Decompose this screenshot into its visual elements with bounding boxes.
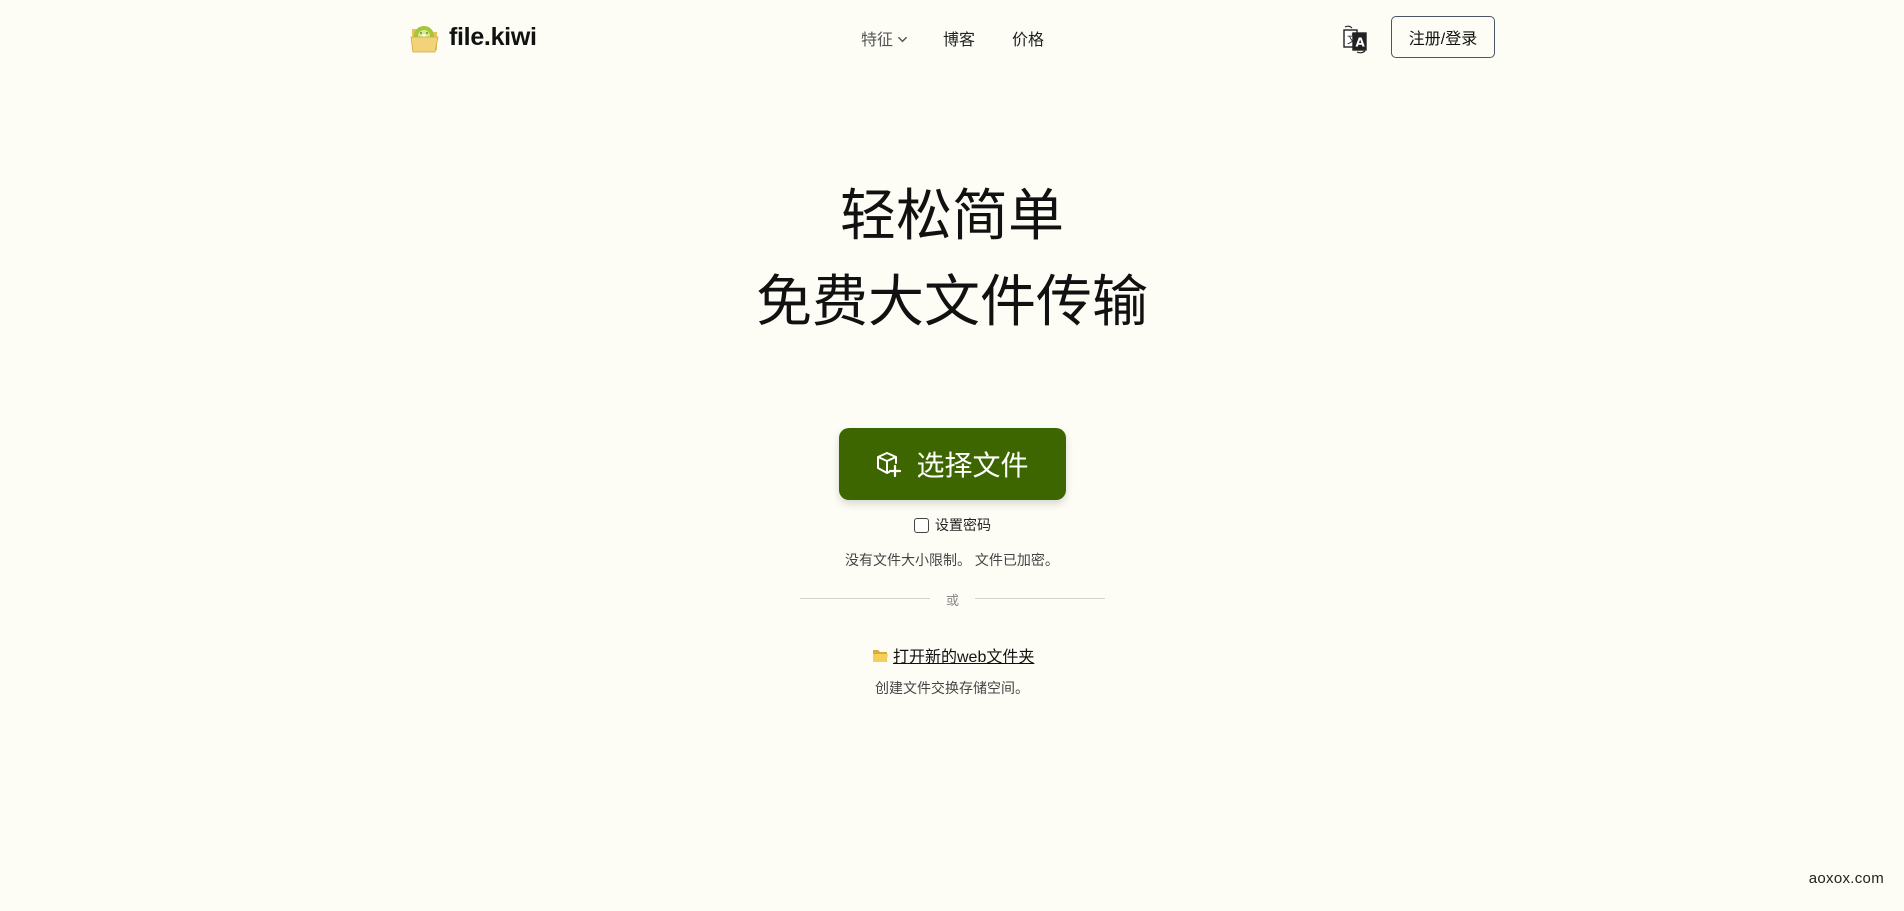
- open-web-folder-row: 打开新的web文件夹: [872, 643, 1034, 667]
- web-folder-description: 创建文件交换存储空间。: [875, 680, 1029, 696]
- upload-limits-text: 没有文件大小限制。 文件已加密。: [845, 552, 1059, 568]
- svg-text:A: A: [1356, 36, 1366, 50]
- set-password-checkbox[interactable]: [914, 517, 929, 533]
- site-header: file.kiwi 特征 博客 价格 文 A 注册/登录: [0, 0, 1904, 74]
- nav-blog[interactable]: 博客: [943, 26, 975, 50]
- set-password-option: 设置密码: [914, 515, 991, 535]
- logo-link[interactable]: file.kiwi: [409, 20, 537, 54]
- nav-blog-label: 博客: [943, 32, 976, 49]
- set-password-label[interactable]: 设置密码: [935, 515, 991, 535]
- hero-title-line2: 免费大文件传输: [756, 270, 1148, 333]
- nav-pricing-label: 价格: [1012, 32, 1045, 49]
- kiwi-folder-icon: [410, 26, 439, 53]
- logo-text: file.kiwi: [449, 22, 537, 51]
- choose-files-button[interactable]: 选择文件: [839, 428, 1066, 500]
- nav-features[interactable]: 特征: [861, 26, 908, 50]
- login-register-button[interactable]: 注册/登录: [1391, 16, 1495, 58]
- add-package-icon: [877, 452, 902, 477]
- main-nav: 特征 博客 价格: [861, 26, 1044, 50]
- translate-icon[interactable]: 文 A: [1341, 24, 1369, 54]
- watermark-text: aoxox.com: [1808, 870, 1884, 887]
- choose-files-label: 选择文件: [916, 450, 1029, 481]
- open-web-folder-link[interactable]: 打开新的web文件夹: [893, 643, 1034, 667]
- nav-features-label: 特征: [861, 32, 894, 49]
- divider-line-right: [975, 598, 1105, 599]
- divider-label: 或: [945, 593, 959, 608]
- nav-pricing[interactable]: 价格: [1012, 26, 1044, 50]
- folder-emoji-icon: [873, 649, 888, 662]
- chevron-down-icon: [898, 36, 907, 42]
- hero-title-line1: 轻松简单: [840, 184, 1064, 247]
- or-divider: 或: [800, 588, 1105, 608]
